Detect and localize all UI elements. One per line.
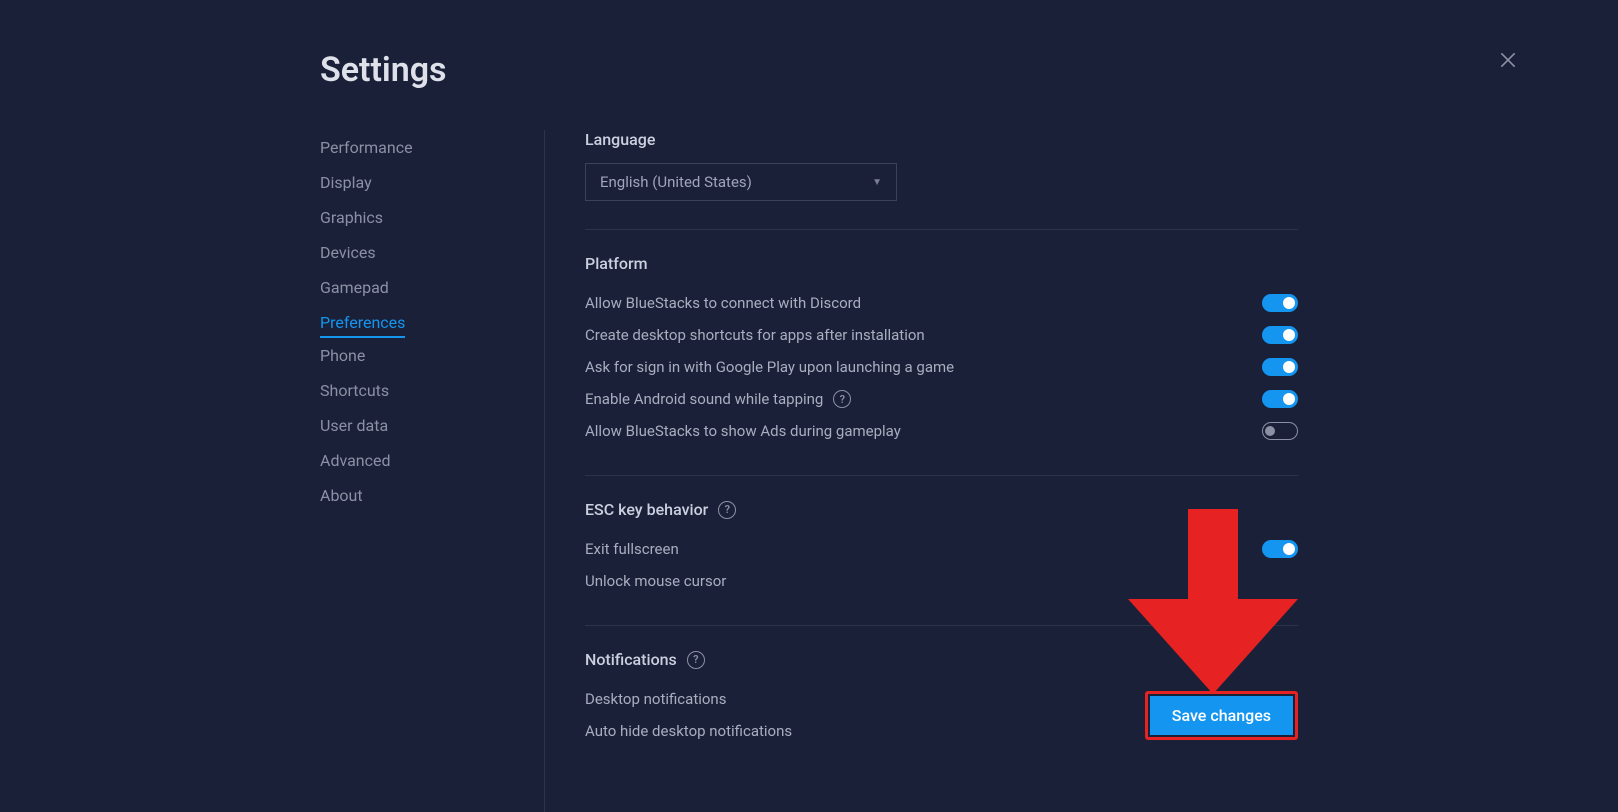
esc-1-row: Unlock mouse cursor: [585, 565, 1298, 597]
platform-2-toggle[interactable]: [1262, 358, 1298, 376]
sidebar-item-display[interactable]: Display: [320, 165, 524, 200]
language-selected-value: English (United States): [600, 173, 752, 191]
notif-0-label: Desktop notifications: [585, 690, 726, 708]
sidebar-item-phone[interactable]: Phone: [320, 338, 524, 373]
sidebar-item-user-data[interactable]: User data: [320, 408, 524, 443]
platform-1-label-text: Create desktop shortcuts for apps after …: [585, 326, 925, 344]
esc-header: ESC key behavior ?: [585, 500, 1298, 519]
platform-1-toggle[interactable]: [1262, 326, 1298, 344]
language-header: Language: [585, 130, 1298, 149]
sidebar-item-shortcuts[interactable]: Shortcuts: [320, 373, 524, 408]
close-icon[interactable]: [1498, 50, 1518, 70]
platform-0-row: Allow BlueStacks to connect with Discord: [585, 287, 1298, 319]
platform-4-label: Allow BlueStacks to show Ads during game…: [585, 422, 901, 440]
notif-1-label-text: Auto hide desktop notifications: [585, 722, 792, 740]
platform-2-row: Ask for sign in with Google Play upon la…: [585, 351, 1298, 383]
platform-0-label: Allow BlueStacks to connect with Discord: [585, 294, 861, 312]
sidebar-item-gamepad[interactable]: Gamepad: [320, 270, 524, 305]
platform-3-label: Enable Android sound while tapping?: [585, 390, 851, 408]
sidebar-item-advanced[interactable]: Advanced: [320, 443, 524, 478]
esc-section: ESC key behavior ? Exit fullscreen Unlock…: [585, 500, 1298, 626]
platform-4-row: Allow BlueStacks to show Ads during game…: [585, 415, 1298, 447]
help-icon[interactable]: ?: [687, 651, 705, 669]
notif-1-label: Auto hide desktop notifications: [585, 722, 792, 740]
notifications-header: Notifications ?: [585, 650, 1298, 669]
help-icon[interactable]: ?: [718, 501, 736, 519]
esc-0-label: Exit fullscreen: [585, 540, 679, 558]
esc-1-label: Unlock mouse cursor: [585, 572, 726, 590]
platform-2-label: Ask for sign in with Google Play upon la…: [585, 358, 954, 376]
caret-down-icon: ▼: [872, 177, 882, 188]
platform-2-label-text: Ask for sign in with Google Play upon la…: [585, 358, 954, 376]
esc-1-label-text: Unlock mouse cursor: [585, 572, 726, 590]
sidebar-item-about[interactable]: About: [320, 478, 524, 513]
esc-0-row: Exit fullscreen: [585, 533, 1298, 565]
esc-0-toggle[interactable]: [1262, 540, 1298, 558]
notifications-header-label: Notifications: [585, 650, 677, 669]
content-area: Language English (United States) ▼ Platf…: [545, 130, 1298, 812]
page-title: Settings: [320, 50, 1298, 90]
esc-0-label-text: Exit fullscreen: [585, 540, 679, 558]
help-icon[interactable]: ?: [833, 390, 851, 408]
platform-header: Platform: [585, 254, 1298, 273]
platform-3-label-text: Enable Android sound while tapping: [585, 390, 823, 408]
sidebar-item-graphics[interactable]: Graphics: [320, 200, 524, 235]
save-changes-button[interactable]: Save changes: [1150, 696, 1293, 735]
platform-4-toggle[interactable]: [1262, 422, 1298, 440]
platform-3-row: Enable Android sound while tapping?: [585, 383, 1298, 415]
esc-header-label: ESC key behavior: [585, 500, 708, 519]
language-select[interactable]: English (United States) ▼: [585, 163, 897, 201]
platform-0-toggle[interactable]: [1262, 294, 1298, 312]
platform-1-row: Create desktop shortcuts for apps after …: [585, 319, 1298, 351]
sidebar-item-devices[interactable]: Devices: [320, 235, 524, 270]
platform-0-label-text: Allow BlueStacks to connect with Discord: [585, 294, 861, 312]
sidebar-item-performance[interactable]: Performance: [320, 130, 524, 165]
save-button-highlight: Save changes: [1145, 691, 1298, 740]
platform-4-label-text: Allow BlueStacks to show Ads during game…: [585, 422, 901, 440]
notif-0-label-text: Desktop notifications: [585, 690, 726, 708]
platform-section: Platform Allow BlueStacks to connect wit…: [585, 254, 1298, 476]
platform-1-label: Create desktop shortcuts for apps after …: [585, 326, 925, 344]
language-section: Language English (United States) ▼: [585, 130, 1298, 230]
platform-3-toggle[interactable]: [1262, 390, 1298, 408]
sidebar: PerformanceDisplayGraphicsDevicesGamepad…: [320, 130, 545, 812]
sidebar-item-preferences[interactable]: Preferences: [320, 305, 405, 338]
